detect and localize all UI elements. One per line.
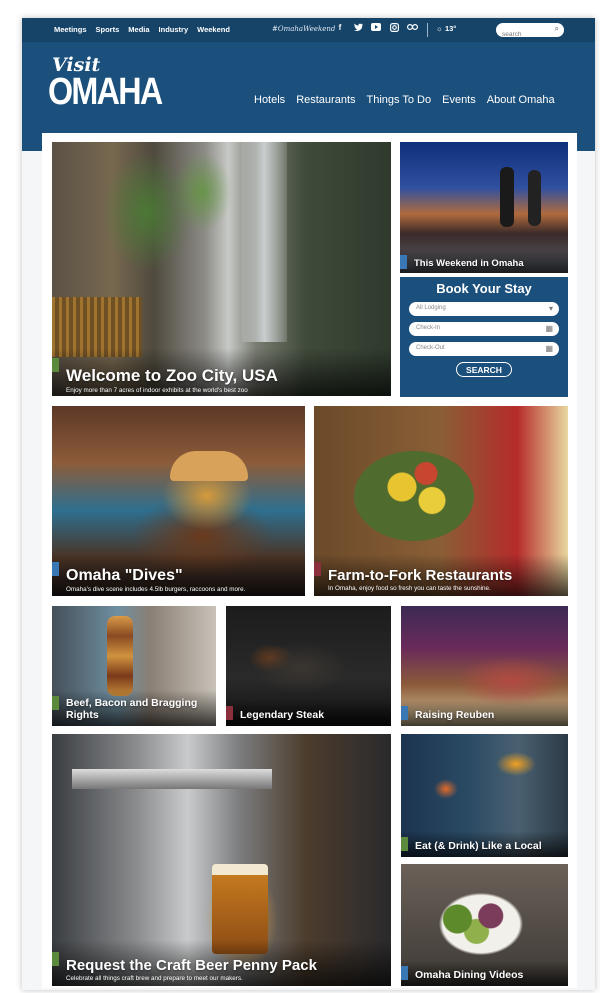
tile-eat-drink-local[interactable]: Eat (& Drink) Like a Local	[401, 734, 568, 857]
beer-subtitle: Celebrate all things craft brew and prep…	[66, 975, 243, 982]
booking-title: Book Your Stay	[436, 281, 532, 296]
hashtag-link[interactable]: #OmahaWeekend	[272, 25, 335, 33]
utility-link-sports[interactable]: Sports	[96, 25, 120, 34]
zoo-caption: Welcome to Zoo City, USA Enjoy more than…	[52, 348, 391, 396]
tile-dining-videos[interactable]: Omaha Dining Videos	[401, 864, 568, 986]
utility-link-media[interactable]: Media	[128, 25, 149, 34]
youtube-icon[interactable]	[370, 23, 382, 34]
green-flag	[52, 696, 59, 710]
zoo-subtitle: Enjoy more than 7 acres of indoor exhibi…	[66, 387, 248, 394]
drink-caption: Eat (& Drink) Like a Local	[401, 831, 568, 857]
green-flag	[401, 837, 408, 851]
dives-title: Omaha "Dives"	[66, 567, 183, 584]
blue-flag	[400, 255, 407, 269]
videos-title: Omaha Dining Videos	[415, 969, 524, 981]
nav-restaurants[interactable]: Restaurants	[296, 94, 355, 106]
blue-flag	[401, 966, 408, 980]
steak-caption: Legendary Steak	[226, 700, 391, 726]
blue-flag	[401, 706, 408, 720]
tile-this-weekend[interactable]: This Weekend in Omaha	[400, 142, 568, 273]
farm-subtitle: In Omaha, enjoy food so fresh you can ta…	[328, 585, 491, 592]
site-header: Meetings Sports Media Industry Weekend #…	[22, 18, 595, 151]
nav-events[interactable]: Events	[442, 94, 476, 106]
utility-links: Meetings Sports Media Industry Weekend	[54, 25, 230, 34]
tripadvisor-icon[interactable]	[406, 23, 418, 34]
tile-beef-bacon[interactable]: Beef, Bacon and Bragging Rights	[52, 606, 216, 726]
zoo-title: Welcome to Zoo City, USA	[66, 366, 278, 385]
beer-caption: Request the Craft Beer Penny Pack Celebr…	[52, 940, 391, 986]
skaters-image-2	[528, 170, 541, 226]
burger-stack-image	[107, 616, 133, 696]
calendar-icon[interactable]: ▦	[545, 344, 553, 353]
red-flag	[226, 706, 233, 720]
tile-legendary-steak[interactable]: Legendary Steak	[226, 606, 391, 726]
visit-omaha-logo[interactable]: Visit OMAHA	[48, 56, 182, 113]
utility-bar: Meetings Sports Media Industry Weekend #…	[22, 18, 595, 42]
checkout-field[interactable]: Check-Out ▦	[409, 342, 559, 356]
salad-plate-image	[429, 888, 524, 950]
bacon-title: Beef, Bacon and Bragging Rights	[66, 697, 198, 721]
beer-title: Request the Craft Beer Penny Pack	[66, 957, 317, 974]
nav-hotels[interactable]: Hotels	[254, 94, 285, 106]
farm-caption: Farm-to-Fork Restaurants In Omaha, enjoy…	[314, 554, 568, 596]
calendar-icon[interactable]: ▦	[545, 324, 553, 333]
drink-title: Eat (& Drink) Like a Local	[415, 840, 542, 852]
utility-link-meetings[interactable]: Meetings	[54, 25, 87, 34]
checkin-placeholder: Check-In	[416, 325, 441, 331]
nav-about-omaha[interactable]: About Omaha	[487, 94, 555, 106]
twitter-icon[interactable]	[352, 23, 364, 34]
tile-raising-reuben[interactable]: Raising Reuben	[401, 606, 568, 726]
search-box: ⌕	[496, 23, 564, 42]
tile-craft-beer[interactable]: Request the Craft Beer Penny Pack Celebr…	[52, 734, 391, 986]
social-links: f	[334, 23, 418, 34]
checkin-field[interactable]: Check-In ▦	[409, 322, 559, 336]
bacon-caption: Beef, Bacon and Bragging Rights	[52, 690, 216, 726]
red-flag	[314, 562, 321, 576]
beer-taps-image	[72, 769, 272, 789]
instagram-icon[interactable]	[388, 23, 400, 34]
utility-link-industry[interactable]: Industry	[159, 25, 189, 34]
videos-caption: Omaha Dining Videos	[401, 960, 568, 986]
tile-farm-to-fork[interactable]: Farm-to-Fork Restaurants In Omaha, enjoy…	[314, 406, 568, 596]
search-input[interactable]	[496, 27, 552, 42]
utility-link-weekend[interactable]: Weekend	[197, 25, 230, 34]
salad-image	[354, 451, 474, 541]
blue-flag	[52, 562, 59, 576]
green-flag	[52, 952, 59, 966]
search-icon[interactable]: ⌕	[555, 24, 559, 34]
dives-subtitle: Omaha's dive scene includes 4.5lb burger…	[66, 586, 246, 593]
tile-omaha-dives[interactable]: Omaha "Dives" Omaha's dive scene include…	[52, 406, 305, 596]
weekend-caption: This Weekend in Omaha	[400, 249, 568, 273]
reuben-title: Raising Reuben	[415, 709, 495, 721]
skaters-image	[500, 167, 514, 227]
burger-image	[170, 451, 248, 481]
facebook-icon[interactable]: f	[334, 23, 346, 34]
lodging-select[interactable]: All Lodging ▾	[409, 302, 559, 316]
waterfall-image	[242, 142, 287, 342]
chevron-down-icon: ▾	[548, 304, 553, 313]
reuben-caption: Raising Reuben	[401, 700, 568, 726]
content-panel: Welcome to Zoo City, USA Enjoy more than…	[42, 133, 577, 988]
tile-zoo-city[interactable]: Welcome to Zoo City, USA Enjoy more than…	[52, 142, 391, 396]
weekend-title: This Weekend in Omaha	[414, 258, 524, 269]
farm-title: Farm-to-Fork Restaurants	[328, 567, 513, 584]
browser-frame: Meetings Sports Media Industry Weekend #…	[22, 18, 595, 990]
steak-title: Legendary Steak	[240, 709, 325, 721]
book-your-stay-widget: Book Your Stay All Lodging ▾ Check-In ▦ …	[400, 277, 568, 397]
topbar-divider	[427, 23, 428, 37]
green-flag	[52, 358, 59, 372]
nav-things-to-do[interactable]: Things To Do	[367, 94, 432, 106]
search-button[interactable]: SEARCH	[456, 362, 512, 377]
checkout-placeholder: Check-Out	[416, 345, 445, 351]
lodging-select-value: All Lodging	[416, 305, 446, 311]
logo-omaha-text: OMAHA	[48, 71, 163, 113]
main-nav: Hotels Restaurants Things To Do Events A…	[254, 94, 555, 106]
dives-caption: Omaha "Dives" Omaha's dive scene include…	[52, 554, 305, 596]
weather-readout: ☼ 13°	[436, 24, 457, 33]
